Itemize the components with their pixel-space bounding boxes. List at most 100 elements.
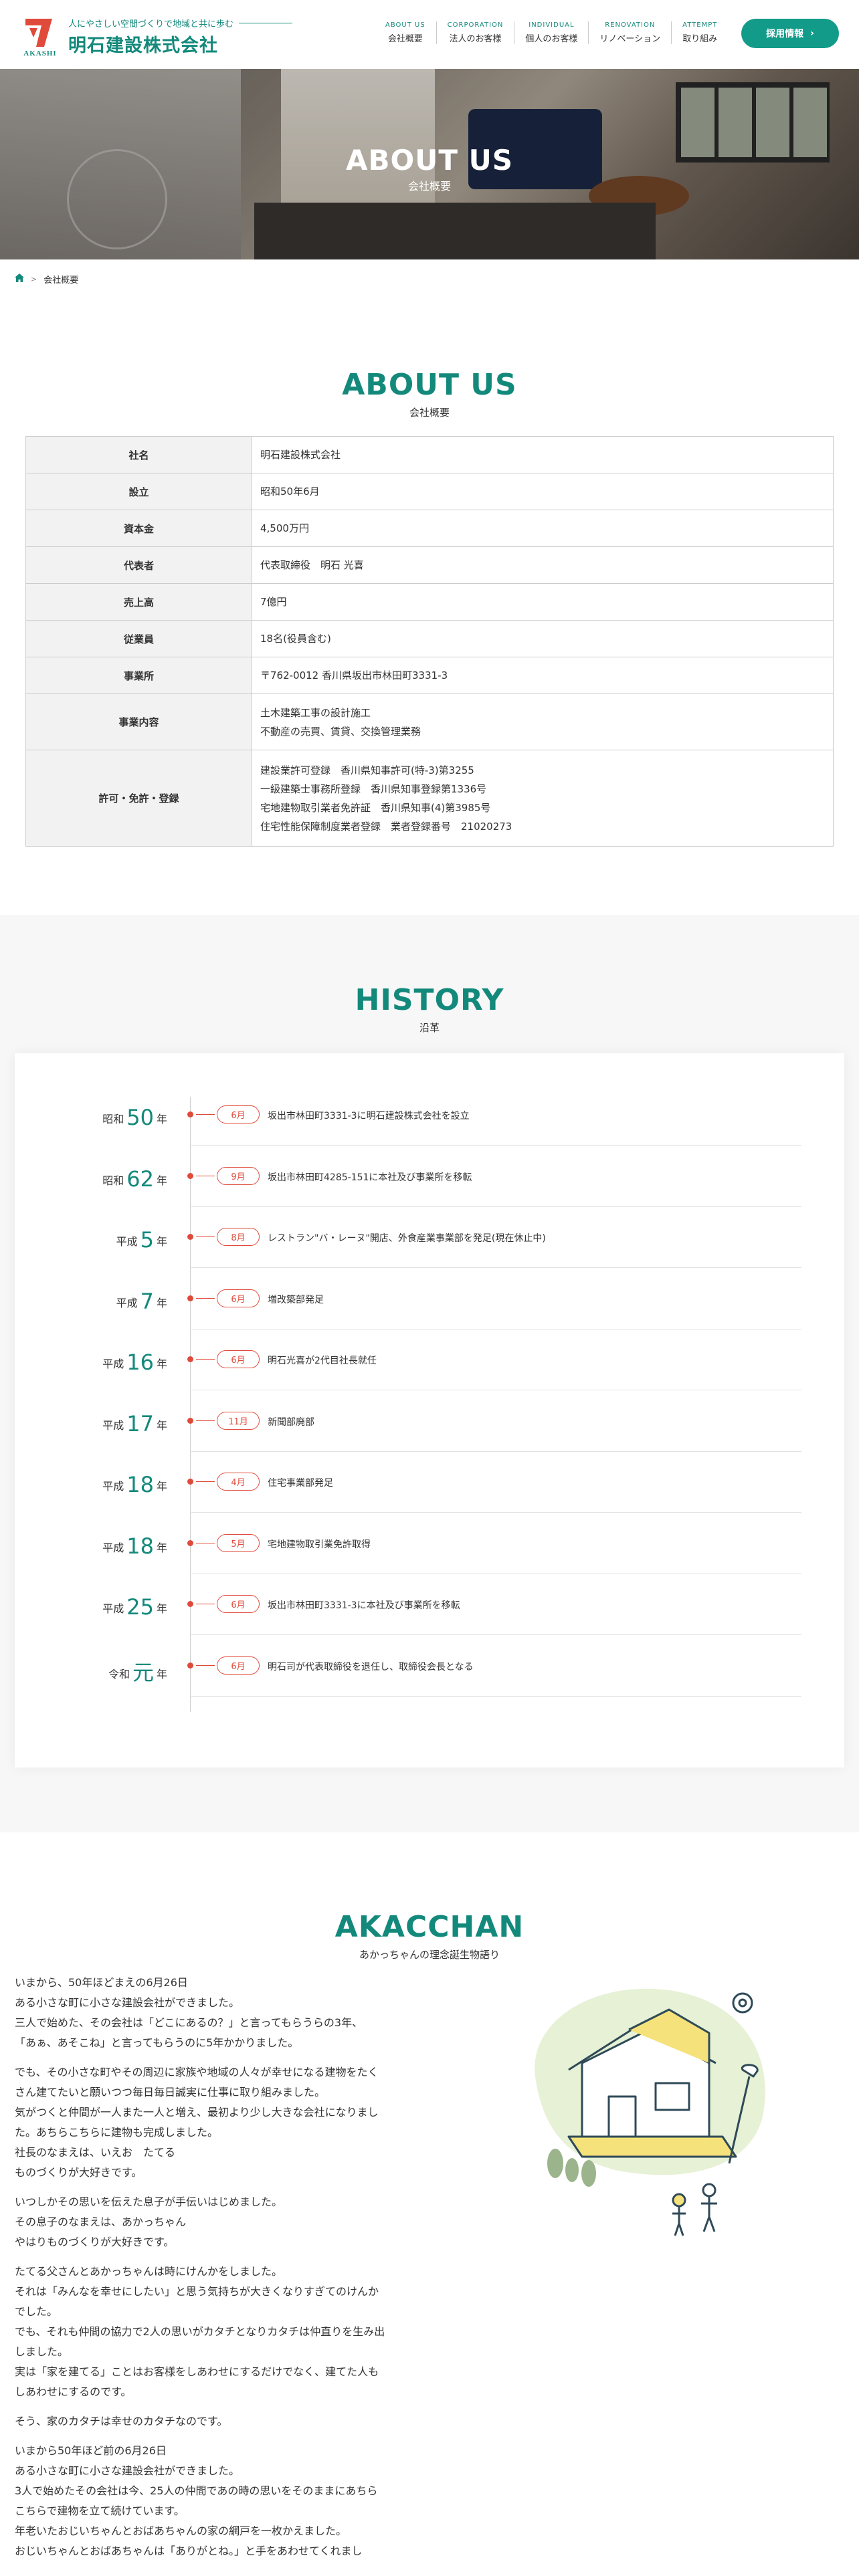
home-icon[interactable] <box>15 274 24 285</box>
history-row: 昭和 50 年 6月 坂出市林田町3331-3に明石建設株式会社を設立 <box>0 1085 859 1146</box>
akacchan-title: AKACCHAN <box>335 1910 524 1944</box>
row-value: 土木建築工事の設計施工 不動産の売買、賃貸、交換管理業務 <box>252 693 834 750</box>
story-line: そう、家のカタチは幸せのカタチなのです。 <box>15 2415 228 2428</box>
row-label: 代表者 <box>25 546 252 584</box>
era-name: 平成 <box>102 1358 124 1370</box>
row-value: 〒762-0012 香川県坂出市林田町3331-3 <box>252 657 834 694</box>
month-badge: 6月 <box>217 1656 260 1675</box>
recruit-label: 採用情報 <box>766 29 804 39</box>
year-suffix: 年 <box>156 1235 167 1248</box>
story-paragraph: いまから50年ほど前の6月26日 ある小さな町に小さな建設会社ができました。 3人で… <box>15 2441 409 2561</box>
history-event: 明石光喜が2代目社長就任 <box>268 1356 377 1366</box>
table-row: 許可・免許・登録 建設業許可登録 香川県知事許可(特-3)第3255 一級建築士… <box>25 750 834 847</box>
row-label: 売上高 <box>25 583 252 621</box>
era-name: 平成 <box>102 1602 124 1615</box>
logo-mark-icon: AKASHI <box>20 15 60 58</box>
timeline-connector <box>196 1481 215 1482</box>
nav-item-ja: 法人のお客様 <box>449 34 502 44</box>
nav-item-ja: 会社概要 <box>387 34 423 44</box>
story-line: でも、それも仲間の協力で2人の思いがカタチとなりカタチは仲直りを生み出 <box>15 2325 385 2338</box>
history-era: 平成 25 年 <box>54 1594 167 1620</box>
story-paragraph: でも、その小さな町やその周辺に家族や地域の人々が幸せになる建物をたく さん建てたい… <box>15 2062 409 2183</box>
story-paragraph: たてる父さんとあかっちゃんは時にけんかをしました。 それは「みんなを幸せにしたい」… <box>15 2262 409 2402</box>
story-line: 実は「家を建てる」ことはお客様をしあわせにするだけでなく、建てた人も <box>15 2365 379 2378</box>
row-value: 7億円 <box>252 583 834 621</box>
story-line: それは「みんなを幸せにしたい」と思う気持ちが大きくなりすぎてのけんか <box>15 2285 379 2298</box>
recruit-button[interactable]: 採用情報 › <box>741 19 839 48</box>
history-title: HISTORY <box>355 983 504 1017</box>
row-value-line: 4,500万円 <box>260 522 309 534</box>
story-line: ある小さな町に小さな建設会社ができました。 <box>15 1996 240 2009</box>
nav-item-individual[interactable]: INDIVIDUAL 個人のお客様 <box>514 21 589 44</box>
story-line: でした。 <box>15 2305 58 2318</box>
history-event: 坂出市林田町3331-3に明石建設株式会社を設立 <box>268 1111 470 1121</box>
row-value: 4,500万円 <box>252 510 834 547</box>
history-row: 平成 7 年 6月 増改築部発足 <box>0 1269 859 1329</box>
table-row: 社名 明石建設株式会社 <box>25 436 834 473</box>
year-suffix: 年 <box>156 1480 167 1493</box>
story-paragraph: そう、家のカタチは幸せのカタチなのです。 <box>15 2411 409 2432</box>
year-suffix: 年 <box>156 1296 167 1309</box>
era-year: 18 <box>126 1533 154 1559</box>
year-suffix: 年 <box>156 1667 167 1681</box>
story-line: 年老いたおじいちゃんとおばあちゃんの家の網戸を一枚かえました。 <box>15 2525 347 2537</box>
site-logo[interactable]: AKASHI 人にやさしい空間づくりで地域と共に歩む 明石建設株式会社 <box>20 15 293 58</box>
era-year: 7 <box>140 1288 154 1314</box>
history-row: 平成 5 年 8月 レストラン"バ・レーヌ"開店、外食産業事業部を発足(現在休止中) <box>0 1207 859 1268</box>
akacchan-subtitle: あかっちゃんの理念誕生物語り <box>359 1949 500 1961</box>
row-value-line: 明石建設株式会社 <box>260 449 341 461</box>
timeline-connector <box>196 1359 215 1360</box>
story-line: いつしかその思いを伝えた息子が手伝いはじめました。 <box>15 2195 283 2208</box>
nav-item-renovation[interactable]: RENOVATION リノベーション <box>589 21 672 44</box>
house-illustration <box>508 1969 789 2237</box>
row-value: 代表取締役 明石 光喜 <box>252 546 834 584</box>
logo-mark-text: AKASHI <box>23 49 57 58</box>
row-value: 明石建設株式会社 <box>252 436 834 473</box>
nav-item-ja: リノベーション <box>599 34 661 44</box>
nav-item-en: ABOUT US <box>385 21 425 29</box>
story-line: いまから50年ほど前の6月26日 <box>15 2444 167 2457</box>
story-line: た。あちらこちらに建物も完成しました。 <box>15 2126 219 2139</box>
hero-subtitle: 会社概要 <box>407 180 451 193</box>
table-row: 設立 昭和50年6月 <box>25 473 834 510</box>
nav-item-attempt[interactable]: ATTEMPT 取り組み <box>672 21 728 44</box>
era-name: 平成 <box>102 1418 124 1432</box>
story-line: その息子のなまえは、あかっちゃん <box>15 2216 187 2228</box>
row-value-line: 18名(役員含む) <box>260 633 331 645</box>
history-era: 平成 5 年 <box>54 1227 167 1253</box>
history-era: 昭和 62 年 <box>54 1166 167 1192</box>
year-suffix: 年 <box>156 1418 167 1432</box>
timeline-dot <box>187 1234 193 1240</box>
nav-item-corporation[interactable]: CORPORATION 法人のお客様 <box>437 21 515 44</box>
row-value-line: 住宅性能保障制度業者登録 業者登録番号 21020273 <box>260 820 512 833</box>
story-paragraph: いつしかその思いを伝えた息子が手伝いはじめました。 その息子のなまえは、あかっちゃ… <box>15 2192 409 2252</box>
nav-item-ja: 個人のお客様 <box>525 34 578 44</box>
row-value-line: 建設業許可登録 香川県知事許可(特-3)第3255 <box>260 764 474 776</box>
story-line: でも、その小さな町やその周辺に家族や地域の人々が幸せになる建物をたく <box>15 2066 379 2078</box>
nav-item-en: ATTEMPT <box>682 21 718 29</box>
nav-item-about[interactable]: ABOUT US 会社概要 <box>375 21 437 44</box>
story-line: 気がつくと仲間が一人また一人と増え、最初より少し大きな会社になりまし <box>15 2106 379 2119</box>
company-info-table: 社名 明石建設株式会社 設立 昭和50年6月 資本金 4,500万円 代表者 代… <box>25 436 834 847</box>
era-name: 令和 <box>108 1667 130 1681</box>
era-year: 62 <box>126 1166 154 1192</box>
history-event: 明石司が代表取締役を退任し、取締役会長となる <box>268 1661 474 1673</box>
era-name: 平成 <box>116 1235 138 1248</box>
nav-item-ja: 取り組み <box>682 34 718 44</box>
row-value-line: 〒762-0012 香川県坂出市林田町3331-3 <box>260 669 448 681</box>
month-badge: 6月 <box>217 1289 260 1307</box>
month-badge: 8月 <box>217 1228 260 1246</box>
story-line: さん建てたいと願いつつ毎日毎日誠実に仕事に取り組みました。 <box>15 2086 326 2099</box>
history-era: 昭和 50 年 <box>54 1105 167 1130</box>
table-row: 従業員 18名(役員含む) <box>25 620 834 657</box>
history-row: 昭和 62 年 9月 坂出市林田町4285-151に本社及び事業所を移転 <box>0 1146 859 1207</box>
story-line: しました。 <box>15 2345 69 2358</box>
story-line: いまから、50年ほどまえの6月26日 <box>15 1976 188 1989</box>
chevron-right-icon: › <box>810 28 814 39</box>
about-title: ABOUT US <box>342 368 517 402</box>
history-subtitle: 沿革 <box>419 1022 440 1034</box>
timeline-dot <box>187 1111 193 1117</box>
table-row: 事業内容 土木建築工事の設計施工 不動産の売買、賃貸、交換管理業務 <box>25 693 834 750</box>
story-line: ある小さな町に小さな建設会社ができました。 <box>15 2464 240 2477</box>
month-badge: 6月 <box>217 1105 260 1123</box>
